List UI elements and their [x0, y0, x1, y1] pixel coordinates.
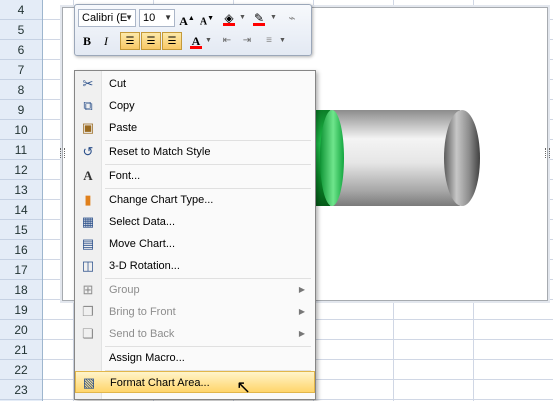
copy-icon: ⧉: [83, 98, 93, 113]
align-left-icon: ☰: [125, 36, 135, 47]
row-header[interactable]: 12: [0, 160, 42, 180]
menu-item-3d-rotation[interactable]: ◫ 3-D Rotation...: [75, 255, 315, 277]
send-back-icon: ❏: [82, 326, 94, 341]
chevron-down-icon[interactable]: ▼: [164, 10, 172, 26]
gray-series-cylinder[interactable]: [330, 110, 460, 206]
row-header[interactable]: 5: [0, 20, 42, 40]
format-painter-button[interactable]: ⌁: [283, 9, 301, 27]
row-header[interactable]: 14: [0, 200, 42, 220]
row-header[interactable]: 9: [0, 100, 42, 120]
chevron-down-icon[interactable]: ▼: [239, 14, 246, 21]
decrease-indent-button[interactable]: ⇤: [219, 32, 235, 50]
menu-item-bring-to-front[interactable]: ❐ Bring to Front ▶: [75, 301, 315, 323]
resize-handle-right[interactable]: [545, 148, 550, 158]
row-header[interactable]: 8: [0, 80, 42, 100]
align-center-button[interactable]: ☰: [141, 32, 161, 50]
menu-item-format-chart-area[interactable]: ▧ Format Chart Area...: [75, 371, 315, 393]
menu-item-change-chart-type[interactable]: ▮ Change Chart Type...: [75, 189, 315, 211]
menu-item-assign-macro[interactable]: Assign Macro...: [75, 347, 315, 369]
row-header[interactable]: 15: [0, 220, 42, 240]
align-right-button[interactable]: ☰: [162, 32, 182, 50]
scissors-icon: ✂: [82, 76, 94, 91]
submenu-arrow-icon: ▶: [298, 285, 305, 294]
menu-item-reset-to-match-style[interactable]: ↺ Reset to Match Style: [75, 141, 315, 163]
row-header[interactable]: 11: [0, 140, 42, 160]
menu-item-group[interactable]: ⊞ Group ▶: [75, 279, 315, 301]
menu-item-select-data[interactable]: ▦ Select Data...: [75, 211, 315, 233]
row-header[interactable]: 17: [0, 260, 42, 280]
font-color-button[interactable]: A: [189, 32, 203, 50]
indent-icon: ⇥: [242, 35, 252, 46]
bar-chart-icon: ▮: [84, 192, 92, 207]
font-name-box[interactable]: Calibri (E ▼: [78, 9, 136, 27]
font-size-value: 10: [143, 12, 156, 24]
row-header[interactable]: 10: [0, 120, 42, 140]
menu-item-move-chart[interactable]: ▤ Move Chart...: [75, 233, 315, 255]
italic-button[interactable]: I: [99, 32, 113, 50]
shape-outline-button[interactable]: ✎: [251, 9, 267, 27]
move-chart-icon: ▤: [81, 236, 95, 251]
reset-style-icon: ↺: [82, 144, 94, 159]
align-left-button[interactable]: ☰: [120, 32, 140, 50]
font-icon: A: [83, 168, 93, 183]
clipboard-icon: ▣: [81, 120, 95, 135]
row-header[interactable]: 23: [0, 380, 42, 400]
outdent-icon: ⇤: [222, 35, 232, 46]
cube-icon: ◫: [81, 258, 95, 273]
align-center-icon: ☰: [146, 36, 156, 47]
font-size-box[interactable]: 10 ▼: [139, 9, 175, 27]
chevron-down-icon[interactable]: ▼: [279, 37, 286, 44]
list-icon: ≡: [266, 35, 272, 46]
bring-front-icon: ❐: [82, 304, 94, 319]
grow-font-button[interactable]: A▲: [179, 9, 195, 28]
menu-item-send-to-back[interactable]: ❏ Send to Back ▶: [75, 323, 315, 345]
bold-button[interactable]: B: [80, 32, 94, 50]
chevron-down-icon[interactable]: ▼: [125, 10, 133, 26]
menu-item-font[interactable]: A Font...: [75, 165, 315, 187]
menu-item-paste[interactable]: ▣ Paste: [75, 117, 315, 139]
row-header[interactable]: 4: [0, 0, 42, 20]
group-icon: ⊞: [82, 282, 94, 297]
context-menu: ✂ Cut ⧉ Copy ▣ Paste ↺ Reset to Match St…: [74, 70, 316, 400]
increase-indent-button[interactable]: ⇥: [239, 32, 255, 50]
align-right-icon: ☰: [167, 36, 177, 47]
row-header[interactable]: 19: [0, 300, 42, 320]
row-header[interactable]: 6: [0, 40, 42, 60]
menu-item-cut[interactable]: ✂ Cut: [75, 73, 315, 95]
row-header[interactable]: 13: [0, 180, 42, 200]
chevron-down-icon[interactable]: ▼: [205, 37, 212, 44]
submenu-arrow-icon: ▶: [298, 307, 305, 316]
row-header[interactable]: 7: [0, 60, 42, 80]
series-boundary-ring: [320, 110, 344, 206]
highlight-fill-button[interactable]: ◈: [221, 9, 237, 27]
row-header[interactable]: 16: [0, 240, 42, 260]
mouse-cursor-icon: ↖: [236, 377, 252, 397]
row-header[interactable]: 18: [0, 280, 42, 300]
cylinder-end-cap: [444, 110, 480, 206]
submenu-arrow-icon: ▶: [298, 329, 305, 338]
table-icon: ▦: [81, 214, 95, 229]
font-name-value: Calibri (E: [82, 12, 128, 24]
resize-handle-left[interactable]: [60, 148, 65, 158]
format-icon: ▧: [82, 375, 96, 390]
bullets-button[interactable]: ≡: [261, 32, 277, 50]
row-header[interactable]: 22: [0, 360, 42, 380]
shrink-font-button[interactable]: A▼: [199, 9, 215, 27]
brush-icon: ⌁: [288, 11, 296, 25]
menu-item-copy[interactable]: ⧉ Copy: [75, 95, 315, 117]
row-header[interactable]: 21: [0, 340, 42, 360]
mini-toolbar: Calibri (E ▼ 10 ▼ A▲ A▼ ◈ ▼ ✎ ▼ ⌁ B I ☰ …: [74, 4, 312, 56]
chevron-down-icon[interactable]: ▼: [270, 14, 277, 21]
row-header[interactable]: 20: [0, 320, 42, 340]
